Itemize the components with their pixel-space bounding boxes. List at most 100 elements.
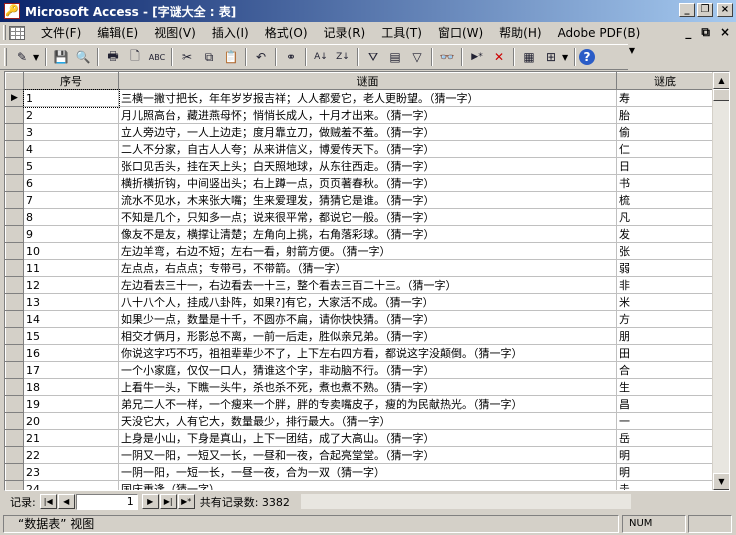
table-row[interactable]: 21 上身是小山，下身是真山，上下一团结，成了大高山。（猜一字）岳: [5, 429, 714, 447]
cell-answer[interactable]: 梳: [616, 191, 714, 209]
column-header-number[interactable]: 序号: [23, 72, 119, 90]
cell-answer[interactable]: 明: [616, 463, 714, 481]
record-selector[interactable]: [5, 174, 24, 192]
cell-number[interactable]: 11: [23, 259, 119, 277]
cell-number[interactable]: 5: [23, 157, 119, 175]
cell-number[interactable]: 12: [23, 276, 119, 294]
view-dropdown-icon[interactable]: ▼: [33, 53, 42, 62]
cell-riddle[interactable]: 左点点，右点点；专带弓，不带箭。（猜一字）: [118, 259, 617, 277]
table-row[interactable]: 3 立人旁边守，一人上边走；度月靠立刀，做贼羞不羞。（猜一字）偷: [5, 123, 714, 141]
record-selector[interactable]: [5, 344, 24, 362]
cell-answer[interactable]: 仁: [616, 140, 714, 158]
cell-riddle[interactable]: 天没它大，人有它大，数量最少，排行最大。（猜一字）: [118, 412, 617, 430]
cell-number[interactable]: 10: [23, 242, 119, 260]
cell-riddle[interactable]: 你说这字巧不巧，祖祖辈辈少不了，上下左右四方看，都说这字没颠倒。（猜一字）: [118, 344, 617, 362]
cell-number[interactable]: 22: [23, 446, 119, 464]
menu-window[interactable]: 窗口(W): [430, 24, 491, 41]
cell-number[interactable]: 18: [23, 378, 119, 396]
cut-icon[interactable]: ✂: [176, 46, 198, 68]
record-selector[interactable]: [5, 208, 24, 226]
cell-riddle[interactable]: 一阴一阳，一短一长，一昼一夜，合为一双（猜一字）: [118, 463, 617, 481]
previous-record-icon[interactable]: ◀: [57, 494, 75, 509]
cell-answer[interactable]: 弱: [616, 259, 714, 277]
search-icon[interactable]: 🔍: [72, 46, 94, 68]
spelling-icon[interactable]: ABC: [146, 46, 168, 68]
table-row[interactable]: 22 一阴又一阳，一短又一长，一昼和一夜，合起亮堂堂。（猜一字）明: [5, 446, 714, 464]
vertical-scrollbar[interactable]: ▲ ▼: [712, 72, 729, 490]
table-icon[interactable]: [9, 25, 25, 40]
cell-riddle[interactable]: 二人不分家，自古人人夸；从来讲信义，博爱传天下。（猜一字）: [118, 140, 617, 158]
cell-riddle[interactable]: 不知是几个，只知多一点；说来很平常，都说它一般。（猜一字）: [118, 208, 617, 226]
table-row[interactable]: 9 像友不是友，横撑让清楚；左角向上挑，右角落彩球。（猜一字）发: [5, 225, 714, 243]
record-selector[interactable]: [5, 446, 24, 464]
close-button[interactable]: ×: [717, 3, 733, 17]
cell-answer[interactable]: 凡: [616, 208, 714, 226]
cell-number[interactable]: 8: [23, 208, 119, 226]
doc-close-button[interactable]: ×: [720, 25, 730, 40]
sort-ascending-icon[interactable]: A↓: [310, 46, 332, 68]
cell-number[interactable]: 7: [23, 191, 119, 209]
find-icon[interactable]: 👓: [436, 46, 458, 68]
cell-answer[interactable]: 寿: [616, 89, 714, 107]
table-row[interactable]: 12 左边看去三十一，右边看去一十三，整个看去三百二十三。（猜一字）非: [5, 276, 714, 294]
cell-number[interactable]: 17: [23, 361, 119, 379]
record-selector[interactable]: [5, 293, 24, 311]
toolbar-options-icon[interactable]: ▼: [628, 46, 636, 70]
cell-riddle[interactable]: 一阴又一阳，一短又一长，一昼和一夜，合起亮堂堂。（猜一字）: [118, 446, 617, 464]
record-selector[interactable]: [5, 463, 24, 481]
cell-answer[interactable]: 书: [616, 174, 714, 192]
cell-answer[interactable]: 一: [616, 412, 714, 430]
record-selector[interactable]: [5, 225, 24, 243]
cell-number[interactable]: 21: [23, 429, 119, 447]
cell-answer[interactable]: 岳: [616, 429, 714, 447]
apply-filter-icon[interactable]: ▽: [406, 46, 428, 68]
cell-riddle[interactable]: 相交才俩月，形影总不离，一前一后走，胜似亲兄弟。（猜一字）: [118, 327, 617, 345]
new-record-icon[interactable]: ▶*: [466, 46, 488, 68]
cell-number[interactable]: 24: [23, 480, 119, 490]
doc-minimize-button[interactable]: _: [685, 25, 691, 40]
cell-riddle[interactable]: 一个小家庭，仅仅一口人，猜谁这个字，非动脑不行。（猜一字）: [118, 361, 617, 379]
record-selector[interactable]: [5, 157, 24, 175]
table-row[interactable]: 14 如果少一点，数量是十千，不圆亦不扁，请你快快猜。（猜一字）方: [5, 310, 714, 328]
menu-file[interactable]: 文件(F): [33, 24, 89, 41]
cell-answer[interactable]: 明: [616, 446, 714, 464]
filter-by-form-icon[interactable]: ▤: [384, 46, 406, 68]
record-selector[interactable]: [5, 412, 24, 430]
scroll-up-icon[interactable]: ▲: [713, 72, 729, 89]
sort-descending-icon[interactable]: Z↓: [332, 46, 354, 68]
current-record-input[interactable]: [75, 493, 138, 510]
table-row[interactable]: 10 左边羊弯，右边不短；左右一看，射箭方便。（猜一字）张: [5, 242, 714, 260]
record-selector[interactable]: [5, 123, 24, 141]
menu-grip[interactable]: [3, 25, 6, 40]
cell-answer[interactable]: 合: [616, 361, 714, 379]
cell-number[interactable]: 20: [23, 412, 119, 430]
table-row[interactable]: 18 上看牛一头，下瞧一头牛，杀也杀不死，煮也煮不熟。（猜一字）生: [5, 378, 714, 396]
cell-riddle[interactable]: 像友不是友，横撑让清楚；左角向上挑，右角落彩球。（猜一字）: [118, 225, 617, 243]
cell-riddle[interactable]: 八十八个人，挂成八卦阵，如果?]有它，大家活不成。（猜一字）: [118, 293, 617, 311]
table-row[interactable]: 16 你说这字巧不巧，祖祖辈辈少不了，上下左右四方看，都说这字没颠倒。（猜一字）田: [5, 344, 714, 362]
cell-riddle[interactable]: 上身是小山，下身是真山，上下一团结，成了大高山。（猜一字）: [118, 429, 617, 447]
table-row[interactable]: 7 流水不见水，木来张大嘴；生来爱理发，猜猜它是谁。（猜一字）梳: [5, 191, 714, 209]
menu-edit[interactable]: 编辑(E): [89, 24, 146, 41]
cell-riddle[interactable]: 张口见舌头，挂在天上头；白天照地球，从东往西走。（猜一字）: [118, 157, 617, 175]
cell-riddle[interactable]: 如果少一点，数量是十千，不圆亦不扁，请你快快猜。（猜一字）: [118, 310, 617, 328]
cell-number[interactable]: 3: [23, 123, 119, 141]
record-selector[interactable]: [5, 310, 24, 328]
cell-number[interactable]: 23: [23, 463, 119, 481]
cell-number[interactable]: 2: [23, 106, 119, 124]
print-preview-icon[interactable]: 🗋: [124, 46, 146, 68]
table-row[interactable]: 6 横折横折钩，中间竖出头；右上蹲一点，页页著春秋。（猜一字）书: [5, 174, 714, 192]
title-bar[interactable]: 🔑 Microsoft Access - [字谜大全 : 表] _ ❐ ×: [0, 0, 736, 22]
table-row[interactable]: 15 相交才俩月，形影总不离，一前一后走，胜似亲兄弟。（猜一字）朋: [5, 327, 714, 345]
record-selector[interactable]: [5, 106, 24, 124]
cell-answer[interactable]: 非: [616, 276, 714, 294]
cell-number[interactable]: 4: [23, 140, 119, 158]
cell-number[interactable]: 16: [23, 344, 119, 362]
cell-riddle[interactable]: 流水不见水，木来张大嘴；生来爱理发，猜猜它是谁。（猜一字）: [118, 191, 617, 209]
table-row[interactable]: 4 二人不分家，自古人人夸；从来讲信义，博爱传天下。（猜一字）仁: [5, 140, 714, 158]
column-header-answer[interactable]: 谜底: [616, 72, 714, 90]
cell-riddle[interactable]: 立人旁边守，一人上边走；度月靠立刀，做贼羞不羞。（猜一字）: [118, 123, 617, 141]
cell-answer[interactable]: 米: [616, 293, 714, 311]
column-header-riddle[interactable]: 谜面: [118, 72, 617, 90]
cell-number[interactable]: 9: [23, 225, 119, 243]
